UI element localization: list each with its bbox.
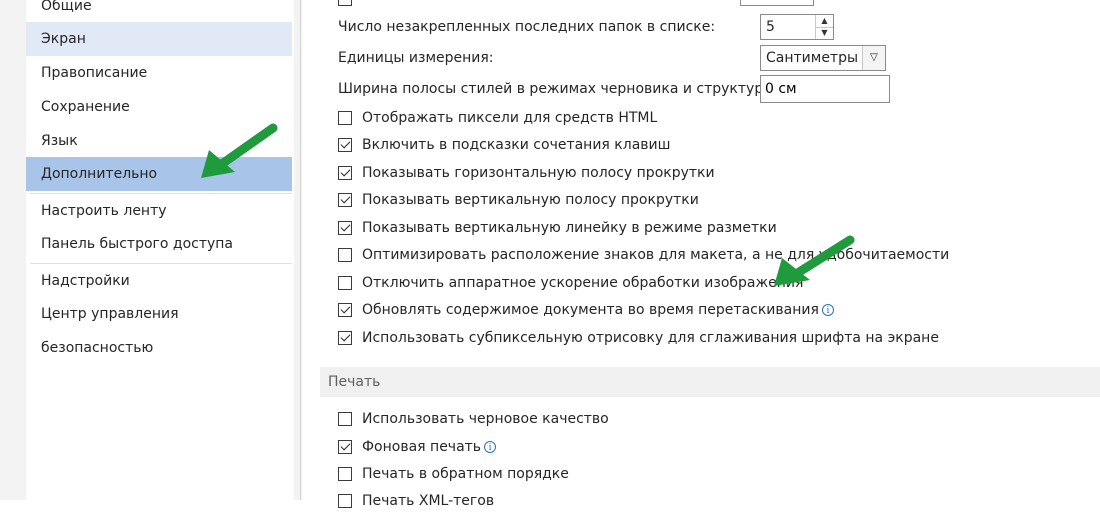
label-vertical-ruler: Показывать вертикальную линейку в режиме…	[362, 220, 777, 236]
units-label: Единицы измерения:	[338, 50, 494, 66]
recent-folders-label: Число незакрепленных последних папок в с…	[338, 19, 716, 35]
style-width-field[interactable]	[760, 75, 890, 103]
section-header-print: Печать	[320, 367, 1100, 397]
nav-display[interactable]: Экран	[26, 22, 292, 56]
green-arrow-annotation	[201, 123, 278, 178]
checkbox-print-xml-tags[interactable]	[338, 494, 352, 508]
checkbox-cut-off[interactable]	[338, 0, 352, 6]
checkbox-shortcut-keys[interactable]	[338, 138, 352, 152]
checkbox-optimize-layout[interactable]	[338, 248, 352, 262]
label-optimize-layout: Оптимизировать расположение знаков для м…	[362, 247, 950, 263]
nav-quick-access-toolbar[interactable]: Панель быстрого доступа	[26, 227, 292, 261]
style-width-label: Ширина полосы стилей в режимах черновика…	[338, 81, 779, 97]
label-subpixel-rendering: Использовать субпиксельную отрисовку для…	[362, 330, 939, 346]
nav-save[interactable]: Сохранение	[26, 90, 292, 124]
info-icon[interactable]: i	[821, 304, 834, 316]
label-horizontal-scrollbar: Показывать горизонтальную полосу прокрут…	[362, 165, 715, 181]
style-width-input[interactable]	[761, 76, 889, 102]
label-show-pixels: Отображать пиксели для средств HTML	[362, 110, 658, 126]
checkbox-disable-hw-acceleration[interactable]	[338, 276, 352, 290]
checkbox-update-while-dragging[interactable]	[338, 303, 352, 317]
label-background-printing-text: Фоновая печать	[362, 439, 482, 455]
units-select[interactable]: Сантиметры ▽	[760, 45, 886, 71]
nav-general[interactable]: Общие	[26, 0, 292, 23]
label-draft-quality: Использовать черновое качество	[362, 411, 609, 427]
nav-proofing[interactable]: Правописание	[26, 56, 292, 90]
checkbox-vertical-ruler[interactable]	[338, 221, 352, 235]
checkbox-vertical-scrollbar[interactable]	[338, 193, 352, 207]
recent-folders-stepper[interactable]: 5 ▲ ▼	[760, 14, 834, 40]
checkbox-subpixel-rendering[interactable]	[338, 331, 352, 345]
chevron-down-icon[interactable]: ▽	[862, 46, 885, 70]
units-value: Сантиметры	[766, 50, 859, 66]
label-print-xml-tags: Печать XML-тегов	[362, 493, 495, 509]
checkbox-show-pixels[interactable]	[338, 111, 352, 125]
label-update-while-dragging: Обновлять содержимое документа во время …	[362, 297, 834, 323]
info-icon[interactable]: i	[484, 441, 497, 453]
checkbox-draft-quality[interactable]	[338, 412, 352, 426]
checkbox-background-printing[interactable]	[338, 440, 352, 454]
nav-addins[interactable]: Надстройки	[26, 264, 292, 298]
nav-customize-ribbon[interactable]: Настроить ленту	[26, 194, 292, 228]
label-update-while-dragging-text: Обновлять содержимое документа во время …	[362, 302, 819, 318]
options-sidebar: Общие Экран Правописание Сохранение Язык…	[0, 0, 302, 500]
cut-off-control[interactable]	[740, 0, 814, 6]
label-vertical-scrollbar: Показывать вертикальную полосу прокрутки	[362, 192, 699, 208]
label-background-printing: Фоновая печать i	[362, 434, 497, 460]
sidebar-divider	[300, 0, 301, 500]
spin-down-icon[interactable]: ▼	[816, 27, 833, 39]
checkbox-reverse-order[interactable]	[338, 467, 352, 481]
green-arrow-annotation	[774, 235, 855, 286]
recent-folders-value: 5	[766, 19, 775, 35]
advanced-options-pane: Число незакрепленных последних папок в с…	[320, 0, 1100, 509]
label-shortcut-keys: Включить в подсказки сочетания клавиш	[362, 137, 671, 153]
checkbox-horizontal-scrollbar[interactable]	[338, 166, 352, 180]
label-disable-hw-acceleration: Отключить аппаратное ускорение обработки…	[362, 275, 804, 291]
nav-trust-center[interactable]: Центр управления безопасностью	[26, 297, 292, 356]
label-reverse-order: Печать в обратном порядке	[362, 466, 569, 482]
